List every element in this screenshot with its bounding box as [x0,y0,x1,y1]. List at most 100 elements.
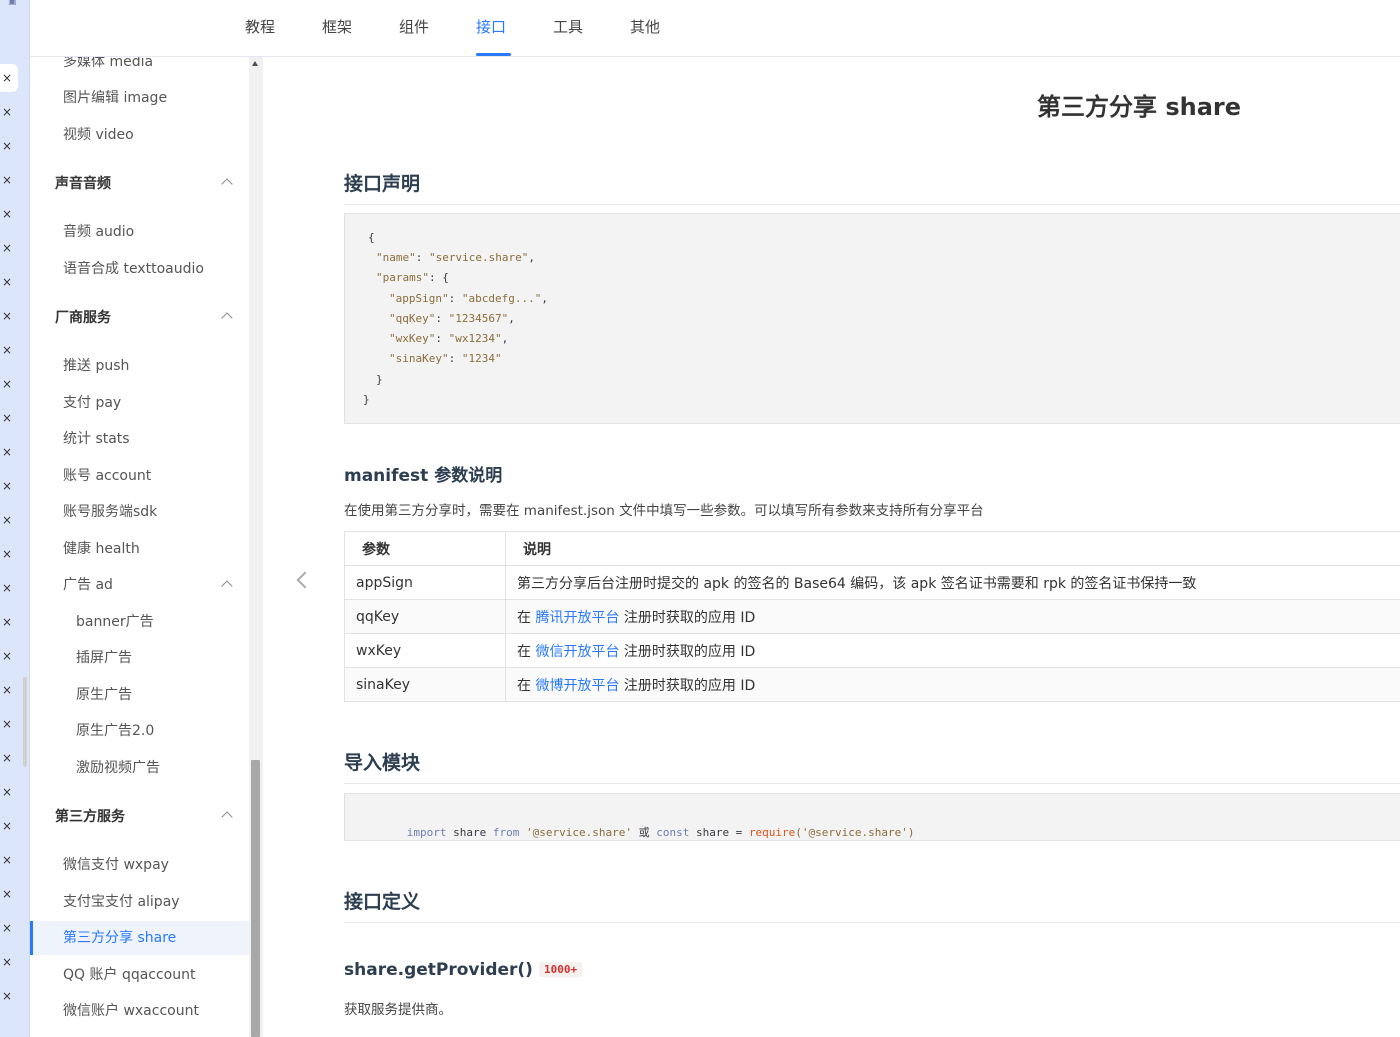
close-tab-icon[interactable]: × [0,989,14,1003]
param-desc-post: 注册时获取的应用 ID [619,609,756,626]
sidebar-scrollbar[interactable] [23,57,263,1037]
close-tab-icon[interactable]: × [0,717,14,731]
sidebar-item-native-ad-2[interactable]: 原生广告2.0 [30,714,249,748]
close-tab-icon[interactable]: × [0,309,14,323]
table-row: sinaKey 在 微博开放平台 注册时获取的应用 ID [344,667,1400,702]
scrollbar-thumb[interactable] [251,760,260,1037]
close-tab-icon[interactable]: × [0,547,14,561]
sidebar-group-label: 第三方服务 [55,809,125,825]
nav-tools[interactable]: 工具 [553,0,583,57]
code-token: share = [689,826,749,839]
sidebar-item-wxpay[interactable]: 微信支付 wxpay [30,848,249,882]
sidebar-item-wxaccount[interactable]: 微信账户 wxaccount [30,994,249,1028]
close-tab-icon[interactable]: × [0,921,14,935]
close-tab-icon[interactable]: × [0,785,14,799]
sidebar-item-stats[interactable]: 统计 stats [30,422,249,456]
close-tab-icon[interactable]: × [0,173,14,187]
close-tab-icon[interactable]: × [0,445,14,459]
close-tab-icon[interactable]: × [0,411,14,425]
sidebar-item-push[interactable]: 推送 push [30,349,249,383]
param-desc-post: 注册时获取的应用 ID [619,677,756,694]
section-heading-import: 导入模块 [344,748,1400,784]
close-tab-icon[interactable]: × [0,615,14,629]
weibo-platform-link[interactable]: 微博开放平台 [535,678,619,694]
method-heading: share.getProvider() 1000+ [344,960,583,980]
code-token: ('@service.share') [795,826,915,839]
sidebar-group-audio[interactable]: 声音音频 [30,167,249,201]
code-token: "sinaKey" [389,352,449,365]
code-token: "abcdefg..." [461,292,542,305]
section-heading-declaration: 接口声明 [344,169,1400,205]
close-tab-icon[interactable]: × [0,139,14,153]
table-header-row: 参数 说明 [344,531,1400,566]
scroll-up-arrow-icon[interactable] [252,61,258,66]
params-table: 参数 说明 appSign 第三方分享后台注册时提交的 apk 的签名的 Bas… [344,531,1400,702]
close-tab-icon[interactable]: × [0,887,14,901]
sidebar-group-label: 声音音频 [55,176,111,192]
sidebar-item-qqaccount[interactable]: QQ 账户 qqaccount [30,958,249,992]
chevron-up-icon [221,811,233,823]
sidebar-group-third-party[interactable]: 第三方服务 [30,800,249,834]
nav-components[interactable]: 组件 [399,0,429,57]
close-tab-icon[interactable]: × [0,513,14,527]
sidebar-item-texttoaudio[interactable]: 语音合成 texttoaudio [30,252,249,286]
chevron-up-icon [221,580,233,592]
import-code-block: import share from '@service.share' 或 con… [344,793,1400,841]
sidebar-item-share[interactable]: 第三方分享 share [30,921,249,955]
tab-strip-menu-icon[interactable]: ▣ [8,0,18,7]
sidebar-item-account[interactable]: 账号 account [30,459,249,493]
sidebar-item-native-ad[interactable]: 原生广告 [30,678,249,712]
sidebar-item-ad[interactable]: 广告 ad [30,568,249,602]
close-tab-icon[interactable]: × [0,955,14,969]
param-name: wxKey [344,633,506,668]
declaration-code-block: { "name": "service.share", "params": { "… [344,213,1400,424]
manifest-heading: manifest 参数说明 [344,466,503,486]
close-tab-icon[interactable]: × [0,649,14,663]
close-tab-icon[interactable]: × [0,853,14,867]
nav-framework[interactable]: 框架 [322,0,352,57]
table-header: 说明 [505,531,1400,566]
close-tab-icon[interactable]: × [0,751,14,765]
active-tab[interactable]: × [0,64,18,92]
close-tab-icon[interactable]: × [0,683,14,697]
sidebar-item-health[interactable]: 健康 health [30,532,249,566]
sidebar-item-audio[interactable]: 音频 audio [30,215,249,249]
nav-api[interactable]: 接口 [476,0,511,57]
sidebar-item-banner-ad[interactable]: banner广告 [30,605,249,639]
close-tab-icon[interactable]: × [0,343,14,357]
code-token: "name" [376,251,416,264]
method-name: share.getProvider() [344,960,533,980]
sidebar-item-media[interactable]: 多媒体 media [30,57,249,79]
wechat-platform-link[interactable]: 微信开放平台 [535,644,619,660]
tabstrip-scroll-indicator [23,677,27,767]
sidebar-group-vendor[interactable]: 厂商服务 [30,301,249,335]
close-tab-icon[interactable]: × [0,207,14,221]
close-tab-icon[interactable]: × [0,241,14,255]
tencent-platform-link[interactable]: 腾讯开放平台 [535,610,619,626]
close-tab-icon[interactable]: × [0,581,14,595]
code-token: "service.share" [429,251,529,264]
code-token: "wxKey" [389,332,436,345]
nav-tutorial[interactable]: 教程 [245,0,275,57]
chevron-left-icon[interactable] [296,571,314,589]
table-row: appSign 第三方分享后台注册时提交的 apk 的签名的 Base64 编码… [344,565,1400,600]
close-tab-icon[interactable]: × [0,105,14,119]
code-token: const [649,826,690,839]
close-tab-icon[interactable]: × [0,377,14,391]
nav-other[interactable]: 其他 [630,0,660,57]
param-desc: 在 微信开放平台 注册时获取的应用 ID [505,633,1400,668]
sidebar-item-account-sdk[interactable]: 账号服务端sdk [30,495,249,529]
close-tab-icon[interactable]: × [0,479,14,493]
sidebar-item-pay[interactable]: 支付 pay [30,386,249,420]
sidebar-item-interstitial-ad[interactable]: 插屏广告 [30,641,249,675]
param-desc-pre: 在 [517,677,536,694]
sidebar-item-alipay[interactable]: 支付宝支付 alipay [30,885,249,919]
close-tab-icon[interactable]: × [0,819,14,833]
sidebar-item-image[interactable]: 图片编辑 image [30,81,249,115]
close-tab-icon[interactable]: × [0,275,14,289]
code-token: "qqKey" [389,312,436,325]
sidebar-item-video[interactable]: 视频 video [30,118,249,152]
close-tab-icon[interactable]: × [0,71,14,85]
sidebar-item-rewarded-video-ad[interactable]: 激励视频广告 [30,751,249,785]
top-navbar: 教程 框架 组件 接口 工具 其他 [30,0,1400,57]
